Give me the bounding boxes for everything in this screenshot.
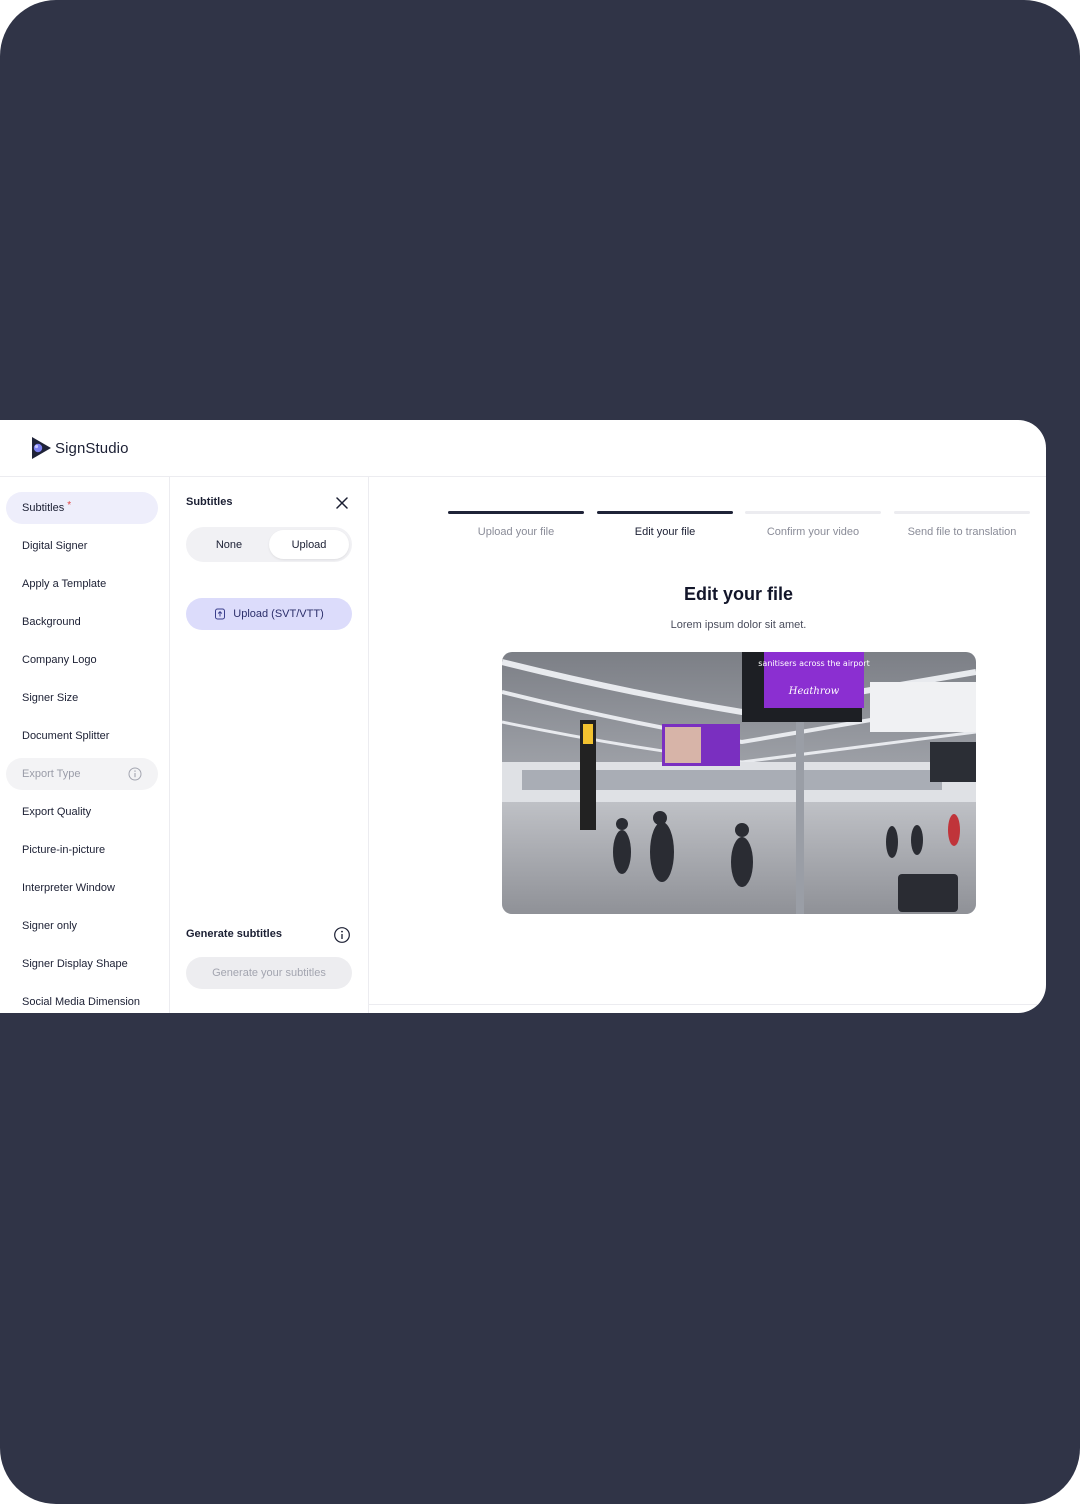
upload-subtitles-button[interactable]: Upload (SVT/VTT) xyxy=(186,598,352,630)
step-upload: Upload your file xyxy=(448,511,584,538)
step-label: Edit your file xyxy=(634,526,696,538)
nav-item-signer-display-shape[interactable]: Signer Display Shape xyxy=(6,948,158,980)
upload-file-icon xyxy=(215,608,226,620)
nav-item-interpreter-window[interactable]: Interpreter Window xyxy=(6,872,158,904)
step-progress-bar xyxy=(894,511,1030,514)
panel-title: Subtitles xyxy=(186,496,233,508)
nav-item-label: Digital Signer xyxy=(22,540,88,552)
logo-icon xyxy=(32,437,51,459)
nav-item-label: Signer Display Shape xyxy=(22,958,128,970)
toggle-option-none[interactable]: None xyxy=(189,530,269,559)
sign-brand: Heathrow xyxy=(788,686,840,697)
divider xyxy=(369,1004,1046,1005)
nav-item-export-type: Export Type xyxy=(6,758,158,790)
close-icon[interactable] xyxy=(333,494,351,512)
nav-item-subtitles[interactable]: Subtitles * xyxy=(6,492,158,524)
nav-item-label: Interpreter Window xyxy=(22,882,115,894)
subtitle-source-toggle: None Upload xyxy=(186,527,352,562)
nav-item-label: Background xyxy=(22,616,81,628)
step-progress-bar xyxy=(597,511,733,514)
generate-subtitles-button[interactable]: Generate your subtitles xyxy=(186,957,352,989)
toggle-option-upload[interactable]: Upload xyxy=(269,530,349,559)
nav-item-digital-signer[interactable]: Digital Signer xyxy=(6,530,158,562)
required-marker: * xyxy=(67,499,72,511)
step-progress-bar xyxy=(745,511,881,514)
nav-item-document-splitter[interactable]: Document Splitter xyxy=(6,720,158,752)
device-frame: SignStudio Subtitles * Digital Signer Ap… xyxy=(0,0,1080,1504)
nav-item-signer-size[interactable]: Signer Size xyxy=(6,682,158,714)
nav-item-signer-only[interactable]: Signer only xyxy=(6,910,158,942)
nav-item-label: Export Quality xyxy=(22,806,92,818)
settings-nav: Subtitles * Digital Signer Apply a Templ… xyxy=(0,477,170,1013)
step-send: Send file to translation xyxy=(894,511,1030,538)
step-label: Send file to translation xyxy=(907,526,1017,538)
info-icon[interactable] xyxy=(128,767,142,781)
sign-text: sanitisers across the airport xyxy=(758,659,869,668)
nav-item-company-logo[interactable]: Company Logo xyxy=(6,644,158,676)
step-edit: Edit your file xyxy=(597,511,733,538)
nav-item-apply-template[interactable]: Apply a Template xyxy=(6,568,158,600)
nav-item-social-media-dimension[interactable]: Social Media Dimension xyxy=(6,986,158,1013)
top-bar: SignStudio xyxy=(0,420,1046,477)
airport-scene-image: sanitisers across the airport Heathrow xyxy=(502,652,976,914)
step-label: Upload your file xyxy=(477,526,555,538)
video-preview[interactable]: sanitisers across the airport Heathrow xyxy=(502,652,976,914)
nav-item-label: Signer only xyxy=(22,920,78,932)
page-subtitle: Lorem ipsum dolor sit amet. xyxy=(670,619,807,631)
nav-item-label: Subtitles xyxy=(22,502,65,514)
generate-subtitles-title: Generate subtitles xyxy=(186,928,282,940)
nav-item-label: Apply a Template xyxy=(22,578,107,590)
nav-item-label: Document Splitter xyxy=(22,730,110,742)
nav-item-label: Signer Size xyxy=(22,692,79,704)
nav-item-background[interactable]: Background xyxy=(6,606,158,638)
app-window: SignStudio Subtitles * Digital Signer Ap… xyxy=(0,420,1046,1013)
nav-item-export-quality[interactable]: Export Quality xyxy=(6,796,158,828)
nav-item-label: Social Media Dimension xyxy=(22,996,140,1008)
main-content: Upload your file Edit your file Confirm … xyxy=(369,477,1046,1013)
page-title: Edit your file xyxy=(683,584,793,604)
nav-item-label: Picture-in-picture xyxy=(22,844,106,856)
info-icon[interactable] xyxy=(333,926,351,944)
nav-item-label: Export Type xyxy=(22,768,81,780)
logo[interactable]: SignStudio xyxy=(30,436,129,460)
subtitles-panel: Subtitles None Upload Upload (SVT/VTT) G… xyxy=(170,477,369,1013)
nav-item-label: Company Logo xyxy=(22,654,97,666)
step-label: Confirm your video xyxy=(766,526,860,538)
brand-name: SignStudio xyxy=(55,439,129,457)
nav-item-picture-in-picture[interactable]: Picture-in-picture xyxy=(6,834,158,866)
step-confirm: Confirm your video xyxy=(745,511,881,538)
step-progress-bar xyxy=(448,511,584,514)
upload-button-label: Upload (SVT/VTT) xyxy=(233,608,324,620)
